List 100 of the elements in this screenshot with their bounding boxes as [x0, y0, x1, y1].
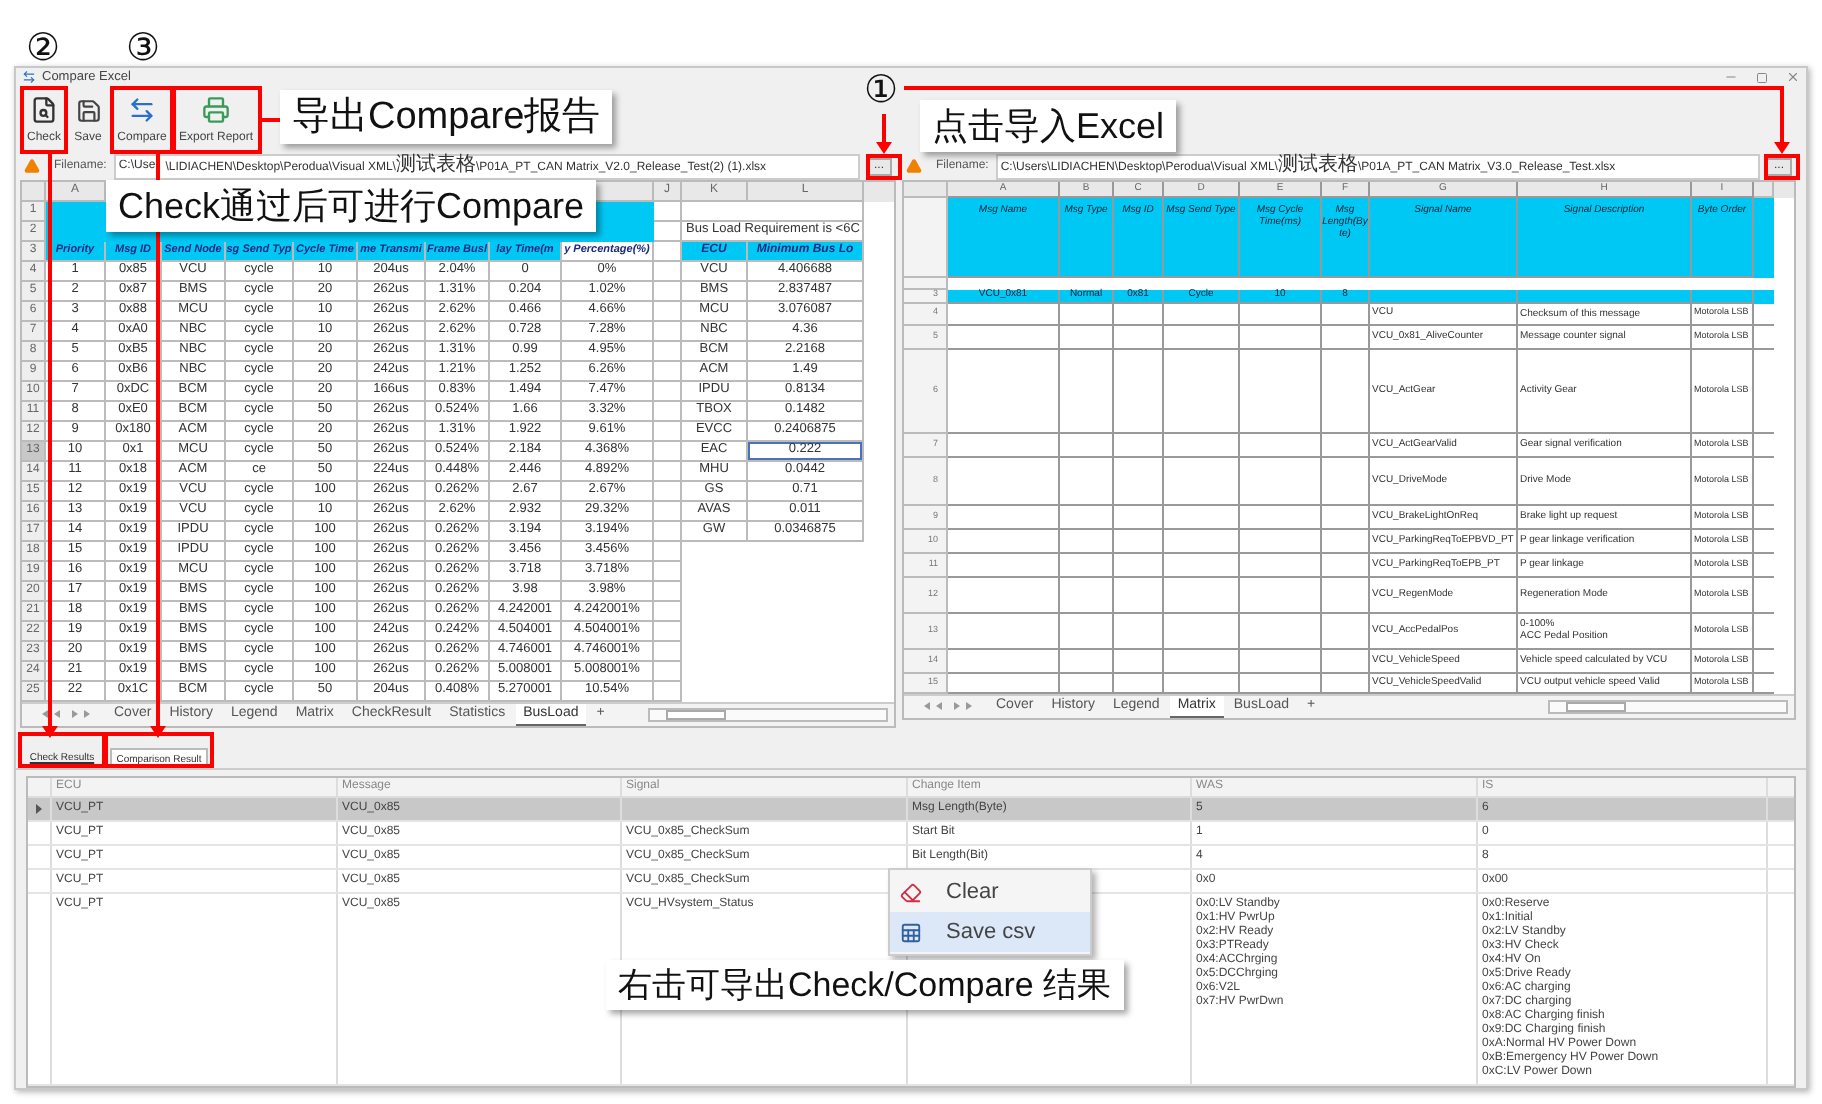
empty-cell [1240, 433, 1322, 458]
empty-cell [654, 381, 682, 402]
empty-cell [654, 501, 682, 522]
empty-cell [1060, 553, 1114, 578]
empty-cell [1240, 349, 1322, 434]
callout-label: 导出Compare报告 [280, 90, 613, 144]
empty-cell [1322, 303, 1370, 326]
step-number: ② [26, 30, 60, 70]
warning-icon [24, 158, 40, 175]
empty-cell [1114, 649, 1164, 674]
menu-item[interactable]: Save csv [890, 912, 1090, 952]
empty-cell [1240, 613, 1322, 650]
step-number: ① [864, 72, 898, 112]
printer-icon [202, 95, 230, 124]
empty-cell [1060, 613, 1114, 650]
empty-cell [1114, 349, 1164, 434]
empty-cell [654, 541, 682, 562]
empty-cell [1240, 529, 1322, 554]
empty-cell [654, 301, 682, 322]
empty-cell [654, 561, 682, 582]
empty-cell [654, 581, 682, 602]
highlight-frame [110, 86, 174, 154]
empty-cell [1060, 529, 1114, 554]
empty-cell [654, 621, 682, 642]
empty-cell [1164, 553, 1240, 578]
highlight-frame [866, 154, 902, 180]
maximize-icon[interactable] [1756, 71, 1768, 84]
empty-cell [1060, 577, 1114, 614]
empty-cell [1322, 349, 1370, 434]
empty-cell [1322, 613, 1370, 650]
empty-cell [654, 641, 682, 662]
highlight-frame [1764, 154, 1800, 180]
empty-cell [1322, 577, 1370, 614]
empty-cell [1240, 649, 1322, 674]
warning-icon [906, 158, 922, 175]
empty-cell [1164, 433, 1240, 458]
file-search-icon [30, 95, 58, 124]
empty-cell [654, 321, 682, 342]
row-pointer-icon [36, 804, 42, 814]
highlight-frame [104, 732, 214, 768]
empty-cell [1322, 553, 1370, 578]
empty-cell [654, 341, 682, 362]
empty-cell [1114, 613, 1164, 650]
empty-cell [1240, 553, 1322, 578]
empty-cell [1060, 325, 1114, 350]
highlight-frame [20, 86, 68, 154]
empty-cell [1322, 649, 1370, 674]
empty-cell [1164, 649, 1240, 674]
empty-cell [1060, 303, 1114, 326]
close-icon[interactable] [1786, 70, 1800, 85]
annotation-arrow [876, 114, 892, 154]
horizontal-scrollbar[interactable] [648, 707, 888, 722]
empty-cell [1164, 505, 1240, 530]
csv-icon [900, 921, 922, 943]
empty-cell [1164, 457, 1240, 506]
menu-item[interactable]: Clear [890, 872, 1090, 912]
empty-cell [1164, 325, 1240, 350]
highlight-frame [172, 86, 262, 154]
empty-cell [1060, 433, 1114, 458]
empty-cell [654, 521, 682, 542]
empty-cell [1322, 325, 1370, 350]
empty-cell [1164, 529, 1240, 554]
empty-cell [1114, 303, 1164, 326]
empty-cell [654, 461, 682, 482]
empty-cell [1240, 505, 1322, 530]
empty-cell [654, 281, 682, 302]
empty-cell [1164, 577, 1240, 614]
empty-cell [654, 481, 682, 502]
eraser-icon [900, 881, 922, 903]
empty-cell [1114, 325, 1164, 350]
empty-cell [1114, 553, 1164, 578]
empty-cell [1060, 649, 1114, 674]
arrows-icon [128, 95, 156, 124]
header-band [1754, 197, 1774, 278]
empty-cell [1114, 529, 1164, 554]
empty-cell [1164, 349, 1240, 434]
empty-cell [654, 661, 682, 682]
empty-cell [1240, 457, 1322, 506]
empty-cell [654, 361, 682, 382]
empty-cell [654, 261, 682, 282]
empty-cell [1240, 303, 1322, 326]
empty-cell [1322, 433, 1370, 458]
empty-cell [1322, 457, 1370, 506]
save-icon [75, 97, 101, 124]
highlight-frame [18, 732, 106, 768]
step-number: ③ [126, 30, 160, 70]
empty-cell [654, 421, 682, 442]
callout-label: Check通过后可进行Compare [106, 180, 597, 232]
callout-label: 右击可导出Check/Compare 结果 [606, 960, 1124, 1010]
empty-cell [1114, 505, 1164, 530]
horizontal-scrollbar[interactable] [1548, 699, 1788, 714]
empty-cell [654, 601, 682, 622]
empty-cell [1322, 505, 1370, 530]
callout-label: 点击导入Excel [920, 100, 1177, 152]
empty-cell [1164, 613, 1240, 650]
empty-cell [1114, 577, 1164, 614]
empty-cell [1060, 505, 1114, 530]
empty-cell [654, 441, 682, 462]
empty-cell [1114, 457, 1164, 506]
app-icon [22, 70, 36, 85]
